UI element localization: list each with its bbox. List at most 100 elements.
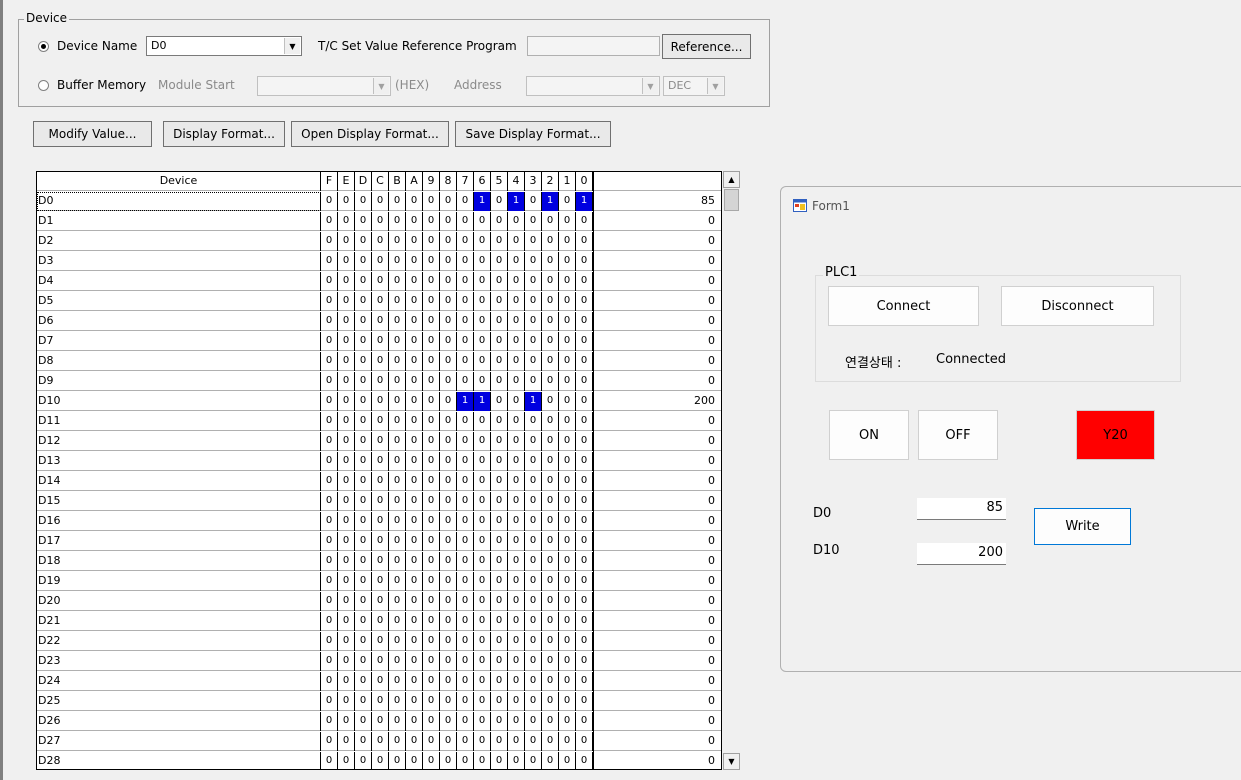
bit-cell[interactable]: 0: [406, 612, 423, 631]
bit-cell[interactable]: 0: [355, 312, 372, 331]
bit-cell[interactable]: 0: [525, 672, 542, 691]
device-cell[interactable]: D8: [37, 352, 321, 371]
bit-cell[interactable]: 0: [474, 552, 491, 571]
bit-cell[interactable]: 0: [525, 272, 542, 291]
bit-cell[interactable]: 0: [406, 372, 423, 391]
bit-cell[interactable]: 0: [355, 272, 372, 291]
bit-cell[interactable]: 0: [406, 392, 423, 411]
bit-cell[interactable]: 0: [440, 692, 457, 711]
bit-cell[interactable]: 0: [338, 372, 355, 391]
bit-cell[interactable]: 0: [508, 212, 525, 231]
bit-cell[interactable]: 0: [423, 512, 440, 531]
table-row[interactable]: D21 0 0 0 0 0 0 0 0 0 0 0 0 0 0 0 0 0: [37, 612, 721, 631]
bit-cell[interactable]: 0: [542, 652, 559, 671]
bit-cell[interactable]: 0: [338, 672, 355, 691]
bit-cell[interactable]: 0: [321, 612, 338, 631]
table-row[interactable]: D24 0 0 0 0 0 0 0 0 0 0 0 0 0 0 0 0 0: [37, 672, 721, 691]
bit-cell[interactable]: 0: [576, 312, 593, 331]
bit-cell[interactable]: 0: [576, 732, 593, 751]
bit-cell[interactable]: 0: [406, 292, 423, 311]
bit-cell[interactable]: 0: [321, 552, 338, 571]
bit-cell[interactable]: 0: [559, 352, 576, 371]
bit-cell[interactable]: 0: [406, 472, 423, 491]
bit-cell[interactable]: 0: [423, 692, 440, 711]
bit-cell[interactable]: 0: [576, 272, 593, 291]
bit-cell[interactable]: 0: [474, 292, 491, 311]
bit-cell[interactable]: 0: [406, 452, 423, 471]
bit-cell[interactable]: 0: [440, 632, 457, 651]
device-cell[interactable]: D23: [37, 652, 321, 671]
bit-cell[interactable]: 0: [576, 292, 593, 311]
device-cell[interactable]: D9: [37, 372, 321, 391]
table-row[interactable]: D27 0 0 0 0 0 0 0 0 0 0 0 0 0 0 0 0 0: [37, 732, 721, 751]
buffer-memory-radio[interactable]: [38, 80, 49, 91]
bit-cell[interactable]: 0: [457, 192, 474, 211]
value-cell[interactable]: 0: [606, 732, 715, 751]
bit-cell[interactable]: 0: [576, 612, 593, 631]
bit-cell[interactable]: 0: [355, 252, 372, 271]
bit-cell[interactable]: 0: [372, 432, 389, 451]
bit-cell[interactable]: 0: [576, 332, 593, 351]
bit-cell[interactable]: 0: [474, 472, 491, 491]
value-cell[interactable]: 0: [606, 432, 715, 451]
bit-cell[interactable]: 0: [491, 372, 508, 391]
bit-cell[interactable]: 0: [423, 392, 440, 411]
value-cell[interactable]: 0: [606, 612, 715, 631]
bit-cell[interactable]: 0: [525, 292, 542, 311]
bit-cell[interactable]: 0: [508, 472, 525, 491]
bit-cell[interactable]: 1: [474, 392, 491, 411]
bit-cell[interactable]: 0: [406, 652, 423, 671]
bit-cell[interactable]: 0: [406, 492, 423, 511]
bit-cell[interactable]: 0: [338, 592, 355, 611]
bit-cell[interactable]: 0: [372, 672, 389, 691]
bit-cell[interactable]: 0: [457, 352, 474, 371]
bit-cell[interactable]: 0: [406, 192, 423, 211]
bit-cell[interactable]: 0: [389, 352, 406, 371]
bit-cell[interactable]: 0: [525, 592, 542, 611]
bit-cell[interactable]: 0: [338, 192, 355, 211]
bit-cell[interactable]: 0: [491, 712, 508, 731]
value-cell[interactable]: 85: [606, 192, 715, 211]
bit-cell[interactable]: 0: [525, 352, 542, 371]
bit-cell[interactable]: 0: [576, 372, 593, 391]
table-row[interactable]: D3 0 0 0 0 0 0 0 0 0 0 0 0 0 0 0 0 0: [37, 252, 721, 271]
bit-cell[interactable]: 0: [406, 532, 423, 551]
bit-cell[interactable]: 0: [576, 432, 593, 451]
table-row[interactable]: D9 0 0 0 0 0 0 0 0 0 0 0 0 0 0 0 0 0: [37, 372, 721, 391]
bit-cell[interactable]: 0: [542, 752, 559, 769]
bit-cell[interactable]: 0: [389, 392, 406, 411]
bit-cell[interactable]: 0: [508, 372, 525, 391]
table-row[interactable]: D15 0 0 0 0 0 0 0 0 0 0 0 0 0 0 0 0 0: [37, 492, 721, 511]
bit-cell[interactable]: 0: [372, 752, 389, 769]
bit-cell[interactable]: 1: [457, 392, 474, 411]
bit-cell[interactable]: 0: [321, 632, 338, 651]
bit-cell[interactable]: 0: [576, 232, 593, 251]
bit-cell[interactable]: 0: [355, 712, 372, 731]
bit-cell[interactable]: 0: [355, 432, 372, 451]
bit-cell[interactable]: 0: [440, 652, 457, 671]
table-row[interactable]: D12 0 0 0 0 0 0 0 0 0 0 0 0 0 0 0 0 0: [37, 432, 721, 451]
bit-cell[interactable]: 0: [321, 372, 338, 391]
bit-cell[interactable]: 0: [338, 692, 355, 711]
bit-cell[interactable]: 0: [440, 272, 457, 291]
bit-cell[interactable]: 0: [474, 532, 491, 551]
bit-cell[interactable]: 0: [491, 732, 508, 751]
table-row[interactable]: D19 0 0 0 0 0 0 0 0 0 0 0 0 0 0 0 0 0: [37, 572, 721, 591]
bit-cell[interactable]: 0: [423, 472, 440, 491]
bit-cell[interactable]: 0: [423, 652, 440, 671]
device-cell[interactable]: D18: [37, 552, 321, 571]
bit-cell[interactable]: 0: [389, 532, 406, 551]
bit-cell[interactable]: 0: [355, 512, 372, 531]
bit-cell[interactable]: 0: [457, 692, 474, 711]
bit-cell[interactable]: 0: [576, 212, 593, 231]
bit-cell[interactable]: 0: [389, 472, 406, 491]
bit-cell[interactable]: 0: [355, 592, 372, 611]
bit-cell[interactable]: 0: [559, 372, 576, 391]
bit-cell[interactable]: 0: [576, 452, 593, 471]
bit-cell[interactable]: 0: [338, 212, 355, 231]
bit-cell[interactable]: 0: [406, 232, 423, 251]
bit-cell[interactable]: 0: [491, 212, 508, 231]
bit-cell[interactable]: 0: [559, 292, 576, 311]
bit-cell[interactable]: 0: [406, 512, 423, 531]
value-cell[interactable]: 0: [606, 272, 715, 291]
